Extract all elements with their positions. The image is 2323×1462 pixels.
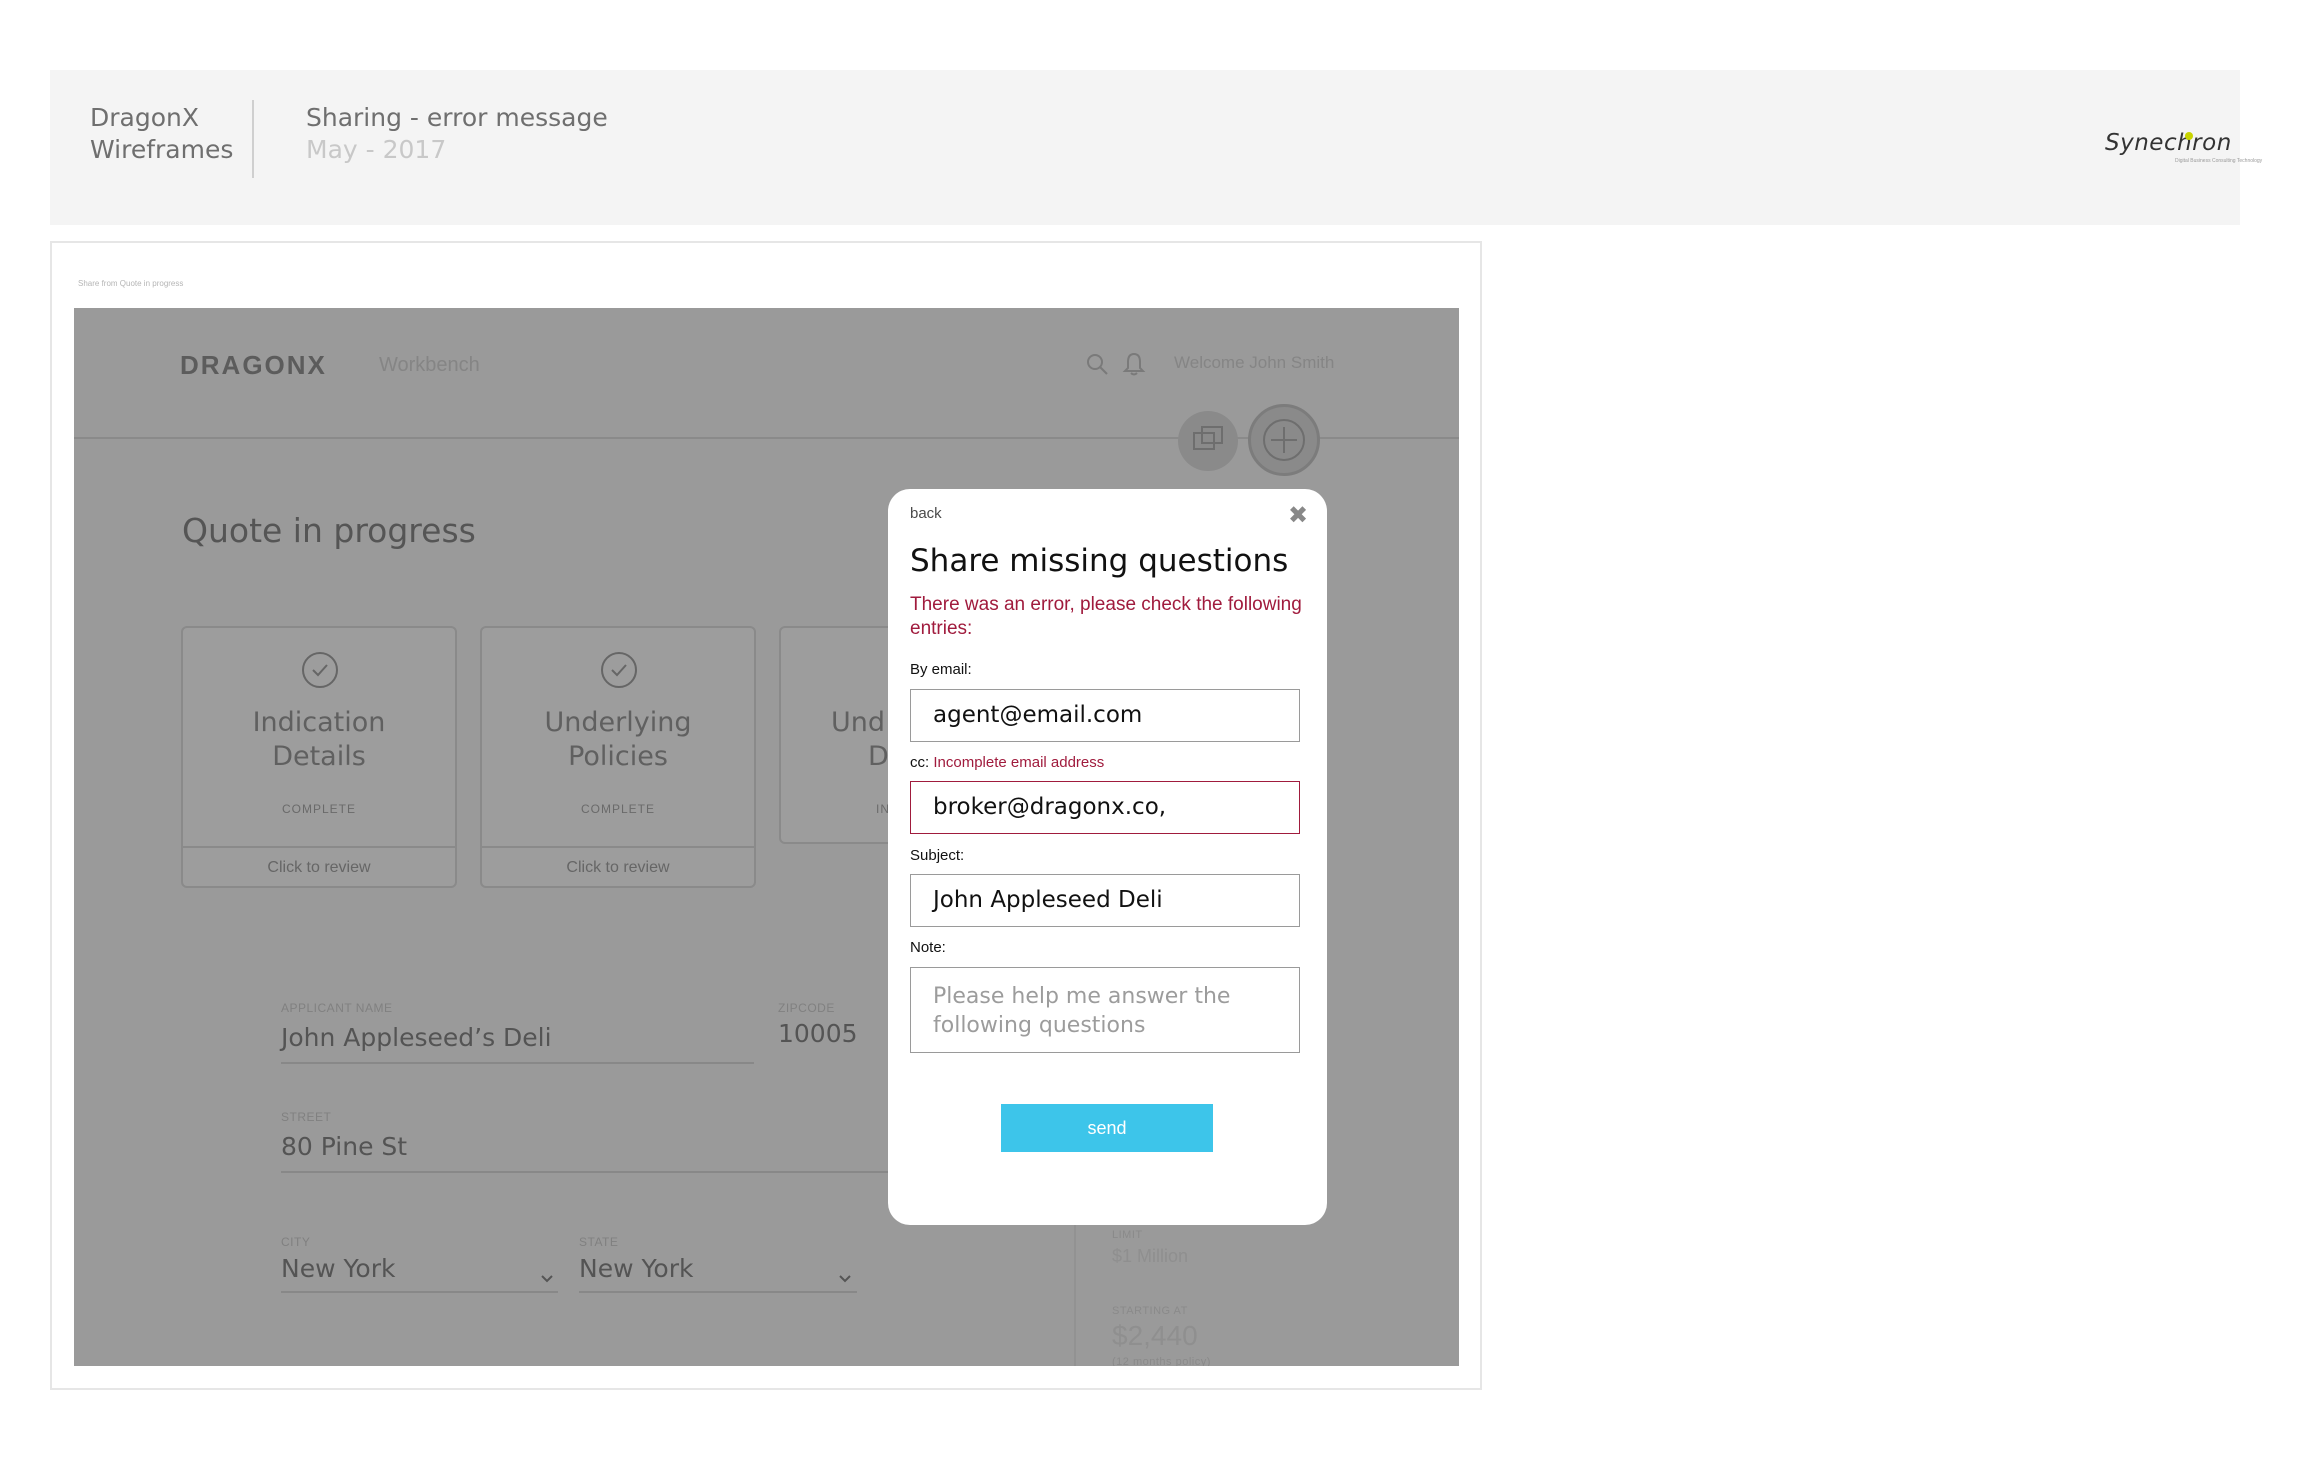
zipcode-label: ZIPCODE — [778, 1001, 835, 1015]
card-review-link[interactable]: Click to review — [482, 846, 754, 888]
card-status: COMPLETE — [281, 802, 356, 816]
nav-workbench[interactable]: Workbench — [379, 354, 480, 377]
synechron-logo: Synechron Digital Business Consulting Te… — [2105, 130, 2263, 164]
note-textarea[interactable]: Please help me answer the following ques… — [910, 967, 1300, 1053]
cc-error-text: Incomplete email address — [933, 754, 1105, 771]
state-label: STATE — [579, 1235, 619, 1249]
zipcode-value[interactable]: 10005 — [778, 1019, 858, 1048]
add-fab-button[interactable] — [1248, 404, 1320, 476]
welcome-user[interactable]: Welcome John Smith — [1174, 353, 1334, 373]
chevron-down-icon[interactable] — [838, 1274, 852, 1284]
card-underlying-policies[interactable]: Underlying Policies COMPLETE Click to re… — [480, 626, 756, 888]
plus-icon — [1263, 419, 1305, 461]
starting-label: STARTING AT — [1112, 1305, 1188, 1317]
subject-label: Subject: — [910, 847, 965, 864]
street-label: STREET — [281, 1110, 332, 1124]
app-brand: DRAGONX — [180, 350, 327, 380]
search-icon[interactable] — [1086, 353, 1108, 375]
wireframe-header: DragonX Wireframes Sharing - error messa… — [50, 70, 2263, 225]
chevron-down-icon[interactable] — [540, 1274, 554, 1284]
subject-field[interactable]: John Appleseed Deli — [910, 874, 1300, 927]
send-button[interactable]: send — [1001, 1104, 1213, 1152]
card-review-link[interactable]: Click to review — [183, 846, 455, 888]
limit-value: $1 Million — [1112, 1246, 1189, 1266]
modal-title: Share missing questions — [910, 543, 1289, 579]
artboard-caption: Share from Quote in progress — [78, 279, 184, 288]
starting-sub: (12 months policy) — [1112, 1356, 1211, 1366]
card-title: Indication Details — [252, 707, 386, 772]
card-title: Underlying Policies — [544, 707, 692, 772]
email-label: By email: — [910, 661, 972, 678]
error-message: There was an error, please check the fol… — [910, 594, 1302, 639]
share-icon — [1193, 426, 1223, 450]
check-icon — [601, 652, 637, 688]
page-info: Sharing - error message May - 2017 — [306, 102, 608, 166]
page-date: May - 2017 — [306, 135, 447, 164]
check-icon — [302, 652, 338, 688]
back-link[interactable]: back — [910, 505, 942, 522]
field-underline — [579, 1291, 857, 1293]
card-status: COMPLETE — [580, 802, 655, 816]
city-select[interactable]: New York — [281, 1254, 395, 1283]
header-divider — [252, 100, 254, 178]
logo-dot-icon — [2185, 132, 2193, 140]
cc-field[interactable]: broker@dragonx.co, — [910, 781, 1300, 834]
close-icon[interactable]: ✖ — [1288, 501, 1308, 530]
city-label: CITY — [281, 1235, 311, 1249]
share-modal: back ✖ Share missing questions There was… — [888, 489, 1327, 1225]
cc-label: cc: — [910, 754, 930, 771]
cc-label-row: cc: Incomplete email address — [910, 754, 1104, 771]
state-select[interactable]: New York — [579, 1254, 693, 1283]
email-field[interactable]: agent@email.com — [910, 689, 1300, 742]
field-underline — [281, 1171, 891, 1173]
street-value[interactable]: 80 Pine St — [281, 1132, 407, 1161]
bell-icon[interactable] — [1122, 351, 1146, 377]
page-title: Sharing - error message — [306, 103, 608, 132]
card-indication-details[interactable]: Indication Details COMPLETE Click to rev… — [181, 626, 457, 888]
field-underline — [281, 1291, 558, 1293]
applicant-name-value[interactable]: John Appleseed’s Deli — [281, 1023, 552, 1052]
applicant-name-label: APPLICANT NAME — [281, 1001, 393, 1015]
limit-label: LIMIT — [1112, 1229, 1143, 1241]
field-underline — [281, 1062, 754, 1064]
page-title: Quote in progress — [182, 511, 476, 550]
starting-value: $2,440 — [1112, 1320, 1198, 1351]
share-fab-button[interactable] — [1178, 411, 1238, 471]
project-name: DragonX Wireframes — [90, 103, 234, 164]
note-label: Note: — [910, 939, 946, 956]
